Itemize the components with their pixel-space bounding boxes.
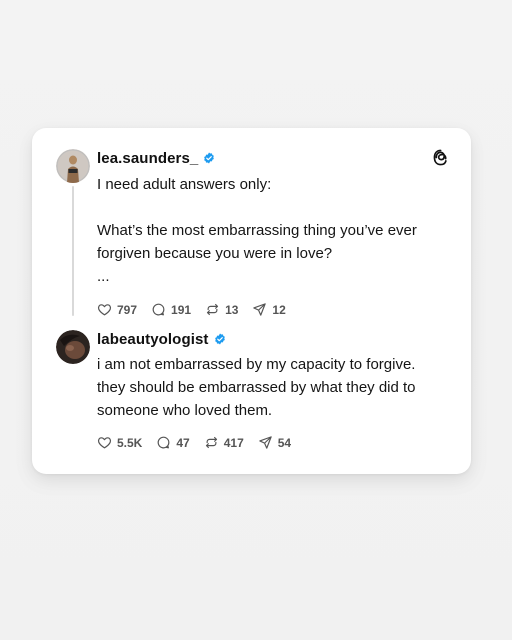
share-icon (259, 436, 272, 449)
post-text: i am not embarrassed by my capacity to f… (97, 356, 416, 419)
repost-count: 417 (223, 435, 244, 450)
post-actions: 797 191 13 12 (97, 302, 300, 317)
like-button[interactable]: 5.5K (97, 435, 142, 450)
verified-badge-icon (204, 152, 215, 164)
like-count: 797 (117, 302, 138, 317)
reply-count: 47 (176, 435, 190, 450)
heart-icon (97, 304, 112, 316)
avatar-photo (56, 149, 90, 183)
heart-icon (97, 437, 112, 449)
share-button[interactable]: 54 (258, 435, 291, 450)
post-text: I need adult answers only: What’s the mo… (97, 176, 417, 285)
post-header: labeautyologist (97, 330, 226, 348)
share-count: 54 (277, 435, 292, 450)
username[interactable]: lea.saunders_ (97, 150, 198, 167)
share-button[interactable]: 12 (252, 302, 286, 317)
repost-button[interactable]: 417 (204, 435, 244, 450)
reply-button[interactable]: 191 (151, 302, 191, 317)
share-count: 12 (272, 302, 286, 317)
share-icon (253, 303, 267, 316)
comment-icon (157, 436, 170, 449)
threads-logo-icon[interactable] (432, 149, 449, 166)
avatar-photo (56, 330, 90, 364)
reply-button[interactable]: 47 (156, 435, 190, 450)
verified-badge-icon (214, 333, 225, 345)
post-header: lea.saunders_ (97, 149, 215, 167)
avatar[interactable] (56, 330, 90, 364)
thread-line (72, 186, 74, 316)
avatar[interactable] (56, 149, 90, 183)
username[interactable]: labeautyologist (97, 331, 209, 348)
repost-count: 13 (225, 302, 239, 317)
reply-count: 191 (171, 302, 192, 317)
repost-icon (205, 436, 217, 449)
post-actions: 5.5K 47 417 54 (97, 435, 305, 450)
page: lea.saunders_ I need adult answers only:… (0, 0, 512, 640)
comment-icon (152, 303, 165, 316)
like-button[interactable]: 797 (97, 302, 137, 317)
repost-icon (206, 303, 219, 316)
like-count: 5.5K (117, 435, 143, 450)
repost-button[interactable]: 13 (205, 302, 238, 317)
